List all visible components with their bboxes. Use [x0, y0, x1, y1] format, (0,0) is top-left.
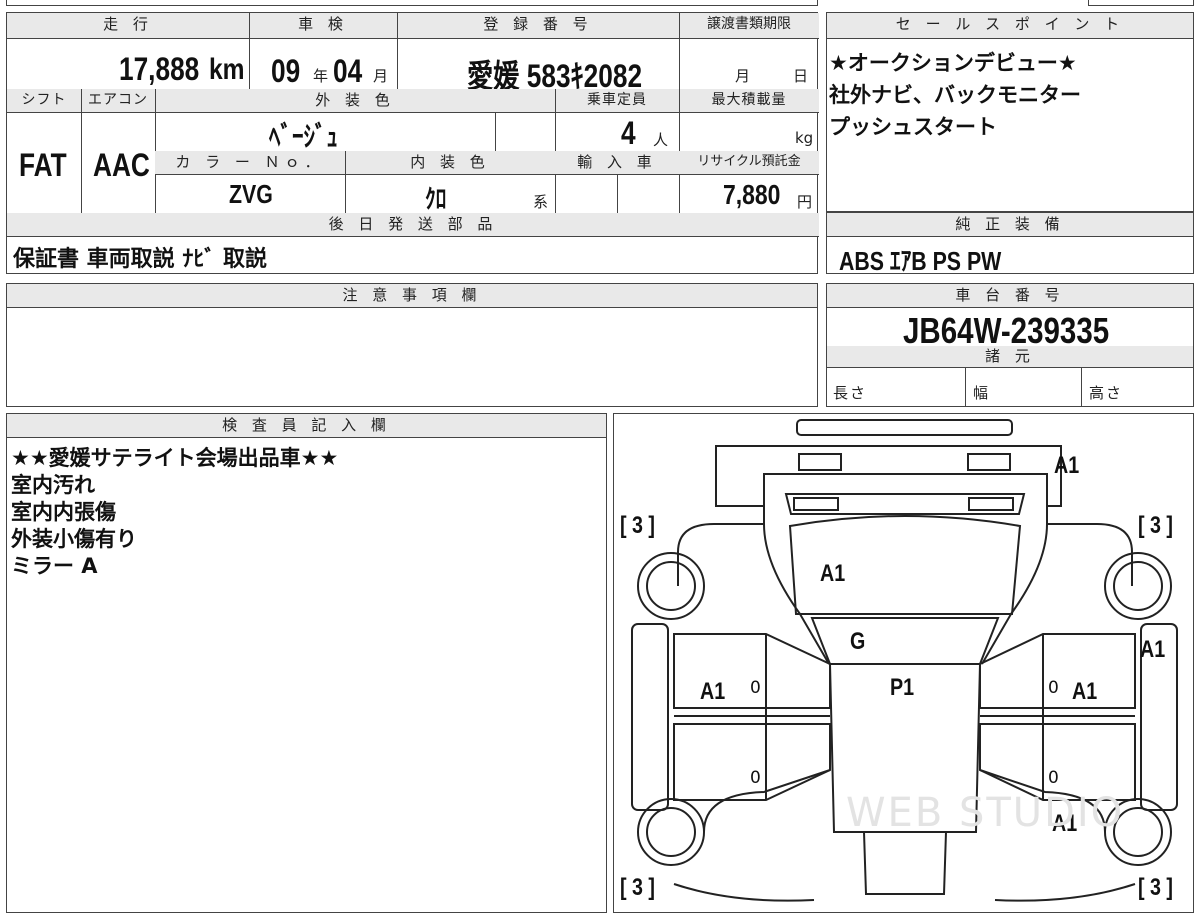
interior-suffix: 系 [533, 193, 549, 211]
shift-value: FAT [19, 147, 67, 183]
mark-right-fender: A1 [1140, 636, 1166, 663]
vehicle-info-table: 走 行 車 検 登 録 番 号 譲渡書類期限 17,888 km 09 年 04… [6, 12, 819, 274]
length-label: 長さ [833, 384, 868, 402]
aircon-value: AAC [93, 147, 150, 183]
specs-header: 諸 元 [827, 346, 1193, 368]
exterior-color-header: 外 装 色 [155, 89, 555, 113]
mark-right-small-2: 0 [1048, 768, 1059, 788]
genuine-equipment-value: ABS ｴｱB PS PW [839, 246, 1002, 276]
front-grille [863, 831, 947, 895]
rear-light-left [798, 453, 842, 471]
notes-header: 注 意 事 項 欄 [7, 284, 817, 308]
aircon-header: エアコン [81, 89, 155, 113]
rear-light-right [967, 453, 1011, 471]
interior-color-header: 内 装 色 [345, 151, 555, 175]
genuine-equipment-box: 純 正 装 備 ABS ｴｱB PS PW [826, 212, 1194, 276]
tire-mark-front-right: [ 3 ] [1138, 874, 1173, 901]
mark-rear-top: A1 [1054, 452, 1080, 479]
deadline-day: 日 [793, 67, 809, 85]
mileage-unit: km [209, 53, 245, 86]
later-items-value: 保証書 車両取説 ﾅﾋﾞ 取説 [13, 247, 267, 272]
recycle-unit: 円 [797, 193, 813, 211]
mark-right-door: A1 [1072, 678, 1098, 705]
left-rear-pillar [763, 523, 830, 665]
inspector-box: 検 査 員 記 入 欄 ★★愛媛サテライト会場出品車★★ 室内汚れ 室内内張傷 … [6, 413, 607, 913]
sales-points-box: セ ー ル ス ポ イ ン ト ★オークションデビュー★ 社外ナビ、バックモニタ… [826, 12, 1194, 212]
year-char: 年 [313, 67, 329, 85]
inspector-header: 検 査 員 記 入 欄 [7, 414, 606, 438]
max-load-header: 最大積載量 [679, 89, 819, 113]
height-label: 高さ [1089, 384, 1124, 402]
rear-bumper [796, 419, 1013, 436]
inspector-line-2: 室内汚れ [11, 473, 95, 497]
car-diagram-box: [ 3 ] [ 3 ] [ 3 ] [ 3 ] A1 A1 G P1 A1 A1… [613, 413, 1194, 913]
color-no-value: ZVG [229, 179, 273, 209]
mark-left-small-2: 0 [750, 768, 761, 788]
inspection-month: 04 [333, 53, 363, 89]
tire-mark-rear-right: [ 3 ] [1138, 512, 1173, 539]
mark-left-door: A1 [700, 678, 726, 705]
exterior-color-value: ﾍﾞｰｼﾞｭ [269, 121, 338, 152]
inspector-line-1: ★★愛媛サテライト会場出品車★★ [11, 446, 339, 470]
mileage-header: 走 行 [7, 13, 249, 39]
mark-roof: A1 [820, 560, 846, 587]
mark-glass: G [850, 628, 866, 655]
recycle-header: リサイクル預託金 [679, 151, 819, 175]
capacity-unit: 人 [653, 131, 669, 149]
right-rear-door [979, 723, 1136, 801]
top-strip [6, 0, 818, 6]
top-strip-right [1088, 0, 1194, 6]
mark-hood: P1 [890, 674, 915, 701]
recycle-value: 7,880 [723, 179, 781, 210]
mark-right-small-1: 0 [1048, 678, 1059, 698]
mark-left-small-1: 0 [750, 678, 761, 698]
left-side-step [631, 623, 669, 811]
chassis-header: 車 台 番 号 [827, 284, 1193, 308]
sales-point-line-2: 社外ナビ、バックモニター [829, 83, 1081, 107]
mileage-value: 17,888 [119, 51, 200, 87]
registration-header: 登 録 番 号 [397, 13, 679, 39]
left-front-bumper [673, 883, 815, 902]
inspection-header: 車 検 [249, 13, 397, 39]
load-unit: kg [795, 129, 814, 147]
rear-glass-right [968, 497, 1014, 511]
tire-mark-rear-left: [ 3 ] [620, 512, 655, 539]
car-diagram [631, 419, 1178, 902]
later-items-header: 後 日 発 送 部 品 [7, 213, 819, 237]
inspector-line-5: ミラー A [11, 554, 98, 578]
watermark: WEB STUDIO [846, 790, 1125, 836]
sales-point-line-1: ★オークションデビュー★ [829, 51, 1077, 75]
body-rear-outline [677, 506, 1133, 586]
inspection-year: 09 [271, 53, 301, 89]
right-front-bumper [994, 883, 1136, 902]
sales-point-line-3: プッシュスタート [829, 115, 997, 139]
genuine-equipment-header: 純 正 装 備 [827, 213, 1193, 237]
windshield [810, 617, 1000, 665]
import-header: 輸 入 車 [555, 151, 679, 175]
notes-box: 注 意 事 項 欄 [6, 283, 818, 407]
left-rear-door [673, 723, 831, 801]
capacity-value: 4 [621, 115, 636, 151]
transfer-deadline-header: 譲渡書類期限 [679, 13, 819, 39]
shift-header: シフト [7, 89, 81, 113]
interior-color-value: ｸﾛ [425, 184, 447, 214]
tire-mark-front-left: [ 3 ] [620, 874, 655, 901]
month-char: 月 [373, 67, 389, 85]
color-no-header: カ ラ ー Ｎｏ． [155, 151, 345, 175]
inspector-line-4: 外装小傷有り [11, 527, 137, 551]
inspector-line-3: 室内内張傷 [11, 500, 116, 524]
sales-points-header: セ ー ル ス ポ イ ン ト [827, 13, 1193, 39]
capacity-header: 乗車定員 [555, 89, 679, 113]
deadline-month: 月 [735, 67, 751, 85]
width-label: 幅 [973, 384, 991, 402]
chassis-box: 車 台 番 号 JB64W-239335 諸 元 長さ 幅 高さ [826, 283, 1194, 407]
rear-glass-left [793, 497, 839, 511]
